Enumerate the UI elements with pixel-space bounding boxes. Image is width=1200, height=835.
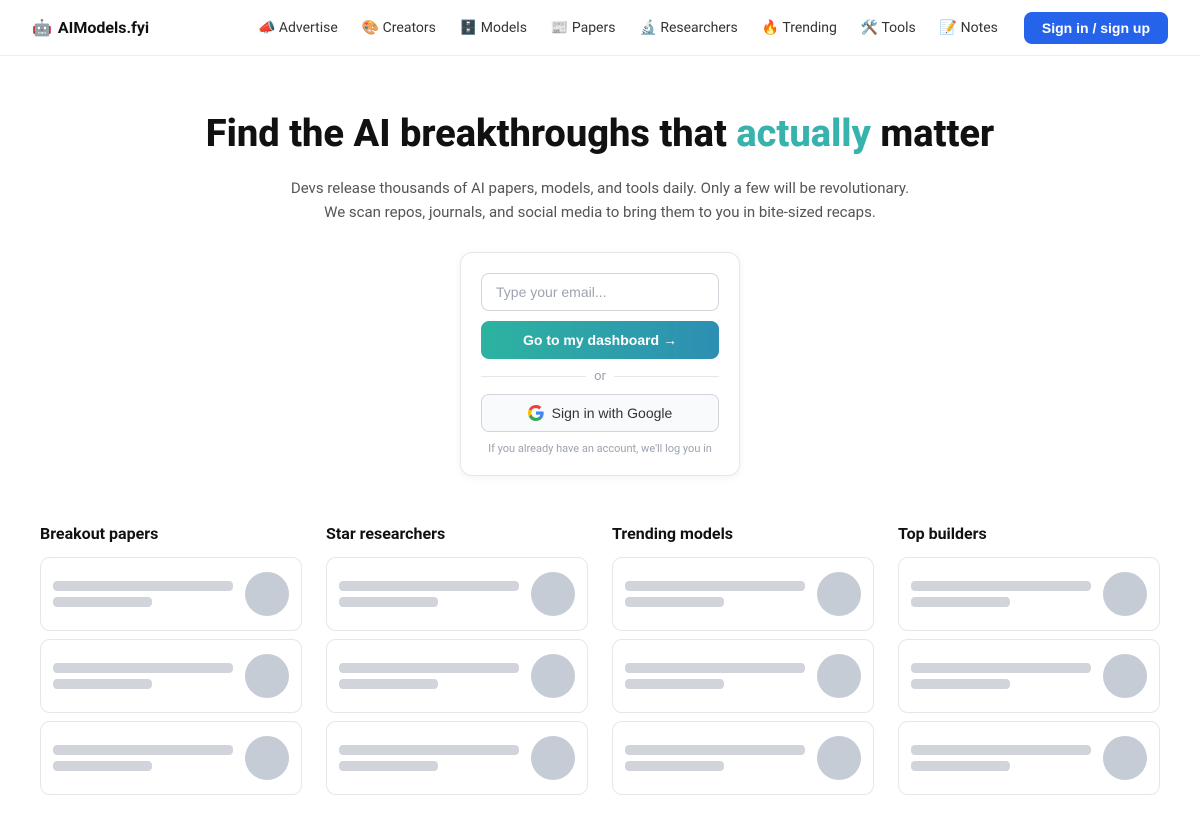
avatar <box>817 572 861 616</box>
navbar: 🤖 AIModels.fyi 📣 Advertise🎨 Creators🗄️ M… <box>0 0 1200 56</box>
list-item[interactable] <box>326 721 588 795</box>
list-item[interactable] <box>612 721 874 795</box>
content-sections: Breakout papers Star researchers Trending … <box>0 524 1200 835</box>
skeleton-line-short <box>53 679 152 689</box>
card-list <box>612 557 874 795</box>
skeleton-line-short <box>339 679 438 689</box>
section-breakout-papers: Breakout papers <box>40 524 302 795</box>
nav-links: 📣 Advertise🎨 Creators🗄️ Models📰 Papers🔬 … <box>248 14 1008 42</box>
skeleton-line-short <box>911 761 1010 771</box>
section-top-builders: Top builders <box>898 524 1160 795</box>
skeleton-line <box>911 745 1091 755</box>
avatar <box>1103 736 1147 780</box>
google-signin-button[interactable]: Sign in with Google <box>481 394 719 432</box>
nav-link-tools[interactable]: 🛠️ Tools <box>851 14 926 42</box>
skeleton-line <box>911 581 1091 591</box>
skeleton-line <box>339 663 519 673</box>
hero-title-end: matter <box>871 112 994 156</box>
skeleton-line-short <box>625 679 724 689</box>
email-input[interactable] <box>481 273 719 311</box>
skeleton-line <box>339 745 519 755</box>
list-item[interactable] <box>40 557 302 631</box>
list-item[interactable] <box>898 557 1160 631</box>
signup-card: Go to my dashboard → or Sign in with Goo… <box>460 252 740 476</box>
avatar <box>1103 572 1147 616</box>
nav-link-papers[interactable]: 📰 Papers <box>541 14 626 42</box>
nav-link-notes[interactable]: 📝 Notes <box>930 14 1008 42</box>
logo-emoji: 🤖 <box>32 18 52 37</box>
nav-link-researchers[interactable]: 🔬 Researchers <box>629 14 747 42</box>
list-item[interactable] <box>612 639 874 713</box>
section-star-researchers: Star researchers <box>326 524 588 795</box>
skeleton-line-short <box>911 679 1010 689</box>
skeleton-line-short <box>911 597 1010 607</box>
section-title: Breakout papers <box>40 524 302 543</box>
list-item[interactable] <box>40 721 302 795</box>
section-title: Top builders <box>898 524 1160 543</box>
skeleton-line-short <box>625 597 724 607</box>
list-item[interactable] <box>326 557 588 631</box>
hero-subtitle: Devs release thousands of AI papers, mod… <box>290 176 910 224</box>
list-item[interactable] <box>326 639 588 713</box>
skeleton-line <box>911 663 1091 673</box>
section-trending-models: Trending models <box>612 524 874 795</box>
or-divider: or <box>481 369 719 384</box>
skeleton-line <box>53 663 233 673</box>
card-list <box>326 557 588 795</box>
nav-link-creators[interactable]: 🎨 Creators <box>352 14 446 42</box>
hero-section: Find the AI breakthroughs that actually … <box>0 56 1200 524</box>
hero-title-accent: actually <box>736 112 871 156</box>
skeleton-line-short <box>53 597 152 607</box>
skeleton-line <box>53 745 233 755</box>
dashboard-button[interactable]: Go to my dashboard → <box>481 321 719 359</box>
avatar <box>817 736 861 780</box>
skeleton-line <box>625 663 805 673</box>
avatar <box>531 654 575 698</box>
hero-title: Find the AI breakthroughs that actually … <box>206 112 994 158</box>
card-list <box>40 557 302 795</box>
section-title: Star researchers <box>326 524 588 543</box>
nav-link-advertise[interactable]: 📣 Advertise <box>248 14 348 42</box>
skeleton-line-short <box>625 761 724 771</box>
or-label: or <box>594 369 606 384</box>
signin-note: If you already have an account, we'll lo… <box>481 442 719 455</box>
skeleton-line <box>625 745 805 755</box>
skeleton-line <box>625 581 805 591</box>
skeleton-line-short <box>339 761 438 771</box>
signin-button[interactable]: Sign in / sign up <box>1024 12 1168 44</box>
logo-text: AIModels.fyi <box>58 18 149 37</box>
avatar <box>1103 654 1147 698</box>
list-item[interactable] <box>898 639 1160 713</box>
avatar <box>245 654 289 698</box>
list-item[interactable] <box>898 721 1160 795</box>
google-icon <box>528 405 544 421</box>
logo[interactable]: 🤖 AIModels.fyi <box>32 18 149 37</box>
avatar <box>245 736 289 780</box>
nav-link-models[interactable]: 🗄️ Models <box>450 14 537 42</box>
avatar <box>531 736 575 780</box>
card-list <box>898 557 1160 795</box>
skeleton-line <box>339 581 519 591</box>
hero-title-start: Find the AI breakthroughs that <box>206 112 737 156</box>
list-item[interactable] <box>40 639 302 713</box>
skeleton-line <box>53 581 233 591</box>
skeleton-line-short <box>53 761 152 771</box>
list-item[interactable] <box>612 557 874 631</box>
nav-link-trending[interactable]: 🔥 Trending <box>752 14 847 42</box>
skeleton-line-short <box>339 597 438 607</box>
google-btn-label: Sign in with Google <box>552 405 673 421</box>
avatar <box>245 572 289 616</box>
avatar <box>531 572 575 616</box>
section-title: Trending models <box>612 524 874 543</box>
avatar <box>817 654 861 698</box>
